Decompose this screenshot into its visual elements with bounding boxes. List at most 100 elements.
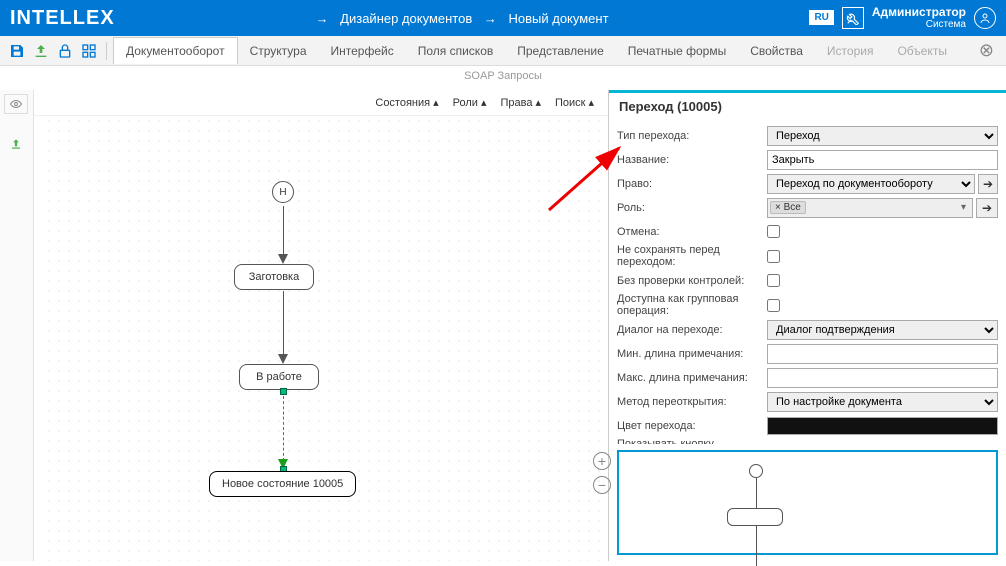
label-minlen: Мин. длина примечания: xyxy=(617,348,767,360)
input-minlen[interactable] xyxy=(767,344,998,364)
canvas-grid[interactable]: Н Заготовка В работе Новое состояние 100… xyxy=(44,116,608,561)
drag-handle[interactable] xyxy=(280,388,287,395)
label-dialog: Диалог на переходе: xyxy=(617,324,767,336)
label-right: Право: xyxy=(617,178,767,190)
arrowhead-icon xyxy=(278,254,288,264)
canvas-rights-menu[interactable]: Права ▴ xyxy=(500,96,541,109)
zoom-in-icon[interactable]: + xyxy=(593,452,611,470)
chevron-down-icon: ▴ xyxy=(481,96,487,109)
breadcrumb-arrow-icon: → xyxy=(316,11,329,26)
label-group: Доступна как групповая операция: xyxy=(617,293,767,317)
label-name: Название: xyxy=(617,154,767,166)
panel-title: Переход (10005) xyxy=(609,90,1006,120)
left-rail xyxy=(0,90,34,561)
label-nocheck: Без проверки контролей: xyxy=(617,275,767,287)
tab-listfields[interactable]: Поля списков xyxy=(406,38,506,64)
canvas-roles-menu[interactable]: Роли ▴ xyxy=(453,96,487,109)
lock-icon[interactable] xyxy=(54,40,76,62)
label-color: Цвет перехода: xyxy=(617,420,767,432)
panel-body: Тип перехода:Переход Название: Право:Пер… xyxy=(609,120,1006,444)
node-newstate[interactable]: Новое состояние 10005 xyxy=(209,471,356,497)
edge-2 xyxy=(283,291,284,356)
tab-interface[interactable]: Интерфейс xyxy=(319,38,406,64)
logo-text: INTELLEX xyxy=(10,7,115,30)
label-type: Тип перехода: xyxy=(617,130,767,142)
goto-role-button[interactable]: ➔ xyxy=(976,198,998,218)
tab-printforms[interactable]: Печатные формы xyxy=(616,38,738,64)
tab-objects[interactable]: Объекты xyxy=(885,38,959,64)
edge-1 xyxy=(283,206,284,256)
role-tag-all[interactable]: × Все xyxy=(770,201,806,214)
app-header: INTELLEX → Дизайнер документов → Новый д… xyxy=(0,0,1006,36)
select-type[interactable]: Переход xyxy=(767,126,998,146)
grid-icon[interactable] xyxy=(78,40,100,62)
label-maxlen: Макс. длина примечания: xyxy=(617,372,767,384)
checkbox-showbtn[interactable] xyxy=(767,444,780,445)
upload-small-icon[interactable] xyxy=(4,134,28,154)
tab-workflow[interactable]: Документооборот xyxy=(113,37,238,64)
checkbox-nocheck[interactable] xyxy=(767,274,780,287)
close-icon[interactable]: ⊗ xyxy=(979,40,994,61)
chevron-down-icon: ▴ xyxy=(535,96,541,109)
tools-icon[interactable] xyxy=(842,7,864,29)
breadcrumb-arrow-icon: → xyxy=(484,11,497,26)
select-dialog[interactable]: Диалог подтверждения xyxy=(767,320,998,340)
upload-icon[interactable] xyxy=(30,40,52,62)
breadcrumb-newdoc[interactable]: Новый документ xyxy=(509,11,609,26)
node-zagotovka[interactable]: Заготовка xyxy=(234,264,314,290)
header-right: RU Администратор Система xyxy=(809,5,996,31)
checkbox-cancel[interactable] xyxy=(767,225,780,238)
canvas[interactable]: Состояния ▴ Роли ▴ Права ▴ Поиск ▴ Н Заг… xyxy=(34,90,608,561)
tab-properties[interactable]: Свойства xyxy=(738,38,815,64)
tab-structure[interactable]: Структура xyxy=(238,38,319,64)
input-name[interactable] xyxy=(767,150,998,170)
label-reopen: Метод переоткрытия: xyxy=(617,396,767,408)
eye-icon[interactable] xyxy=(4,94,28,114)
breadcrumb-designer[interactable]: Дизайнер документов xyxy=(340,11,472,26)
color-picker[interactable] xyxy=(767,417,998,435)
user-icon[interactable] xyxy=(974,7,996,29)
canvas-states-menu[interactable]: Состояния ▴ xyxy=(375,96,438,109)
checkbox-group[interactable] xyxy=(767,299,780,312)
node-start[interactable]: Н xyxy=(272,181,294,203)
zoom-out-icon[interactable]: − xyxy=(593,476,611,494)
chevron-down-icon[interactable]: ▾ xyxy=(957,202,970,213)
edge-3-selected[interactable] xyxy=(283,396,284,461)
language-badge[interactable]: RU xyxy=(809,10,833,25)
tab-history[interactable]: История xyxy=(815,38,886,64)
label-nosave: Не сохранять перед переходом: xyxy=(617,244,767,268)
minimap-node xyxy=(749,464,763,478)
canvas-toolbar: Состояния ▴ Роли ▴ Права ▴ Поиск ▴ xyxy=(34,90,608,116)
checkbox-nosave[interactable] xyxy=(767,250,780,263)
toolbar: Документооборот Структура Интерфейс Поля… xyxy=(0,36,1006,66)
breadcrumb: → Дизайнер документов → Новый документ xyxy=(115,11,810,26)
select-right[interactable]: Переход по документообороту xyxy=(767,174,975,194)
user-system: Система xyxy=(872,19,966,31)
minimap-node xyxy=(727,508,783,526)
toolbar-separator xyxy=(106,42,107,60)
subrow-soap[interactable]: SOAP Запросы xyxy=(0,66,1006,90)
label-cancel: Отмена: xyxy=(617,226,767,238)
select-reopen[interactable]: По настройке документа xyxy=(767,392,998,412)
chevron-down-icon: ▴ xyxy=(433,96,439,109)
tab-view[interactable]: Представление xyxy=(505,38,616,64)
input-maxlen[interactable] xyxy=(767,368,998,388)
chevron-down-icon: ▴ xyxy=(588,96,594,109)
label-showbtn: Показывать кнопку перехода: xyxy=(617,438,767,444)
user-name: Администратор xyxy=(872,5,966,19)
properties-panel: Переход (10005) Тип перехода:Переход Наз… xyxy=(608,90,1006,561)
minimap-edge xyxy=(756,526,757,566)
goto-right-button[interactable]: ➔ xyxy=(978,174,998,194)
node-vrabote[interactable]: В работе xyxy=(239,364,319,390)
annotation-arrow-icon xyxy=(539,140,629,220)
minimap-edge xyxy=(756,478,757,508)
logo: INTELLEX xyxy=(10,7,115,30)
main-area: Состояния ▴ Роли ▴ Права ▴ Поиск ▴ Н Заг… xyxy=(0,90,1006,561)
main-tabs: Документооборот Структура Интерфейс Поля… xyxy=(113,37,977,64)
arrowhead-icon xyxy=(278,354,288,364)
role-tagbox[interactable]: × Все ▾ xyxy=(767,198,973,218)
label-role: Роль: xyxy=(617,202,767,214)
minimap[interactable]: + − xyxy=(617,450,998,555)
save-icon[interactable] xyxy=(6,40,28,62)
canvas-search-menu[interactable]: Поиск ▴ xyxy=(555,96,594,109)
